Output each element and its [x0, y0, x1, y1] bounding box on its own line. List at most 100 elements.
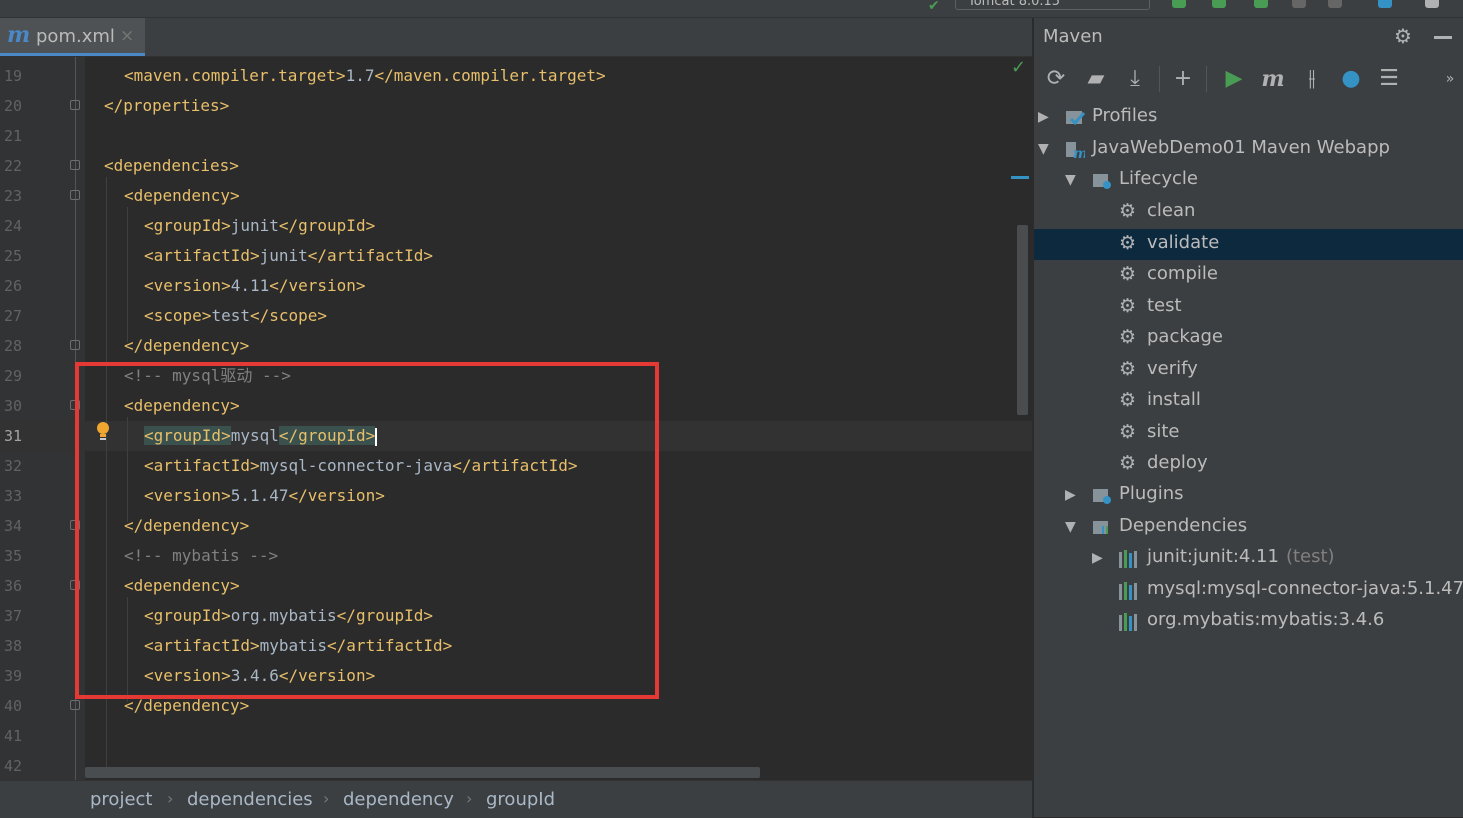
back-arrow-icon[interactable]: ✔: [928, 0, 940, 14]
lightbulb-icon[interactable]: [96, 421, 110, 443]
code-line[interactable]: 23 <dependency>: [0, 181, 1032, 211]
code-line[interactable]: 29 <!-- mysql驱动 -->: [0, 361, 1032, 391]
plus-icon[interactable]: +: [1169, 66, 1197, 92]
expand-arrow-icon[interactable]: ▶: [1038, 109, 1049, 125]
lifecycle-item-compile[interactable]: ⚙ compile: [1034, 260, 1463, 291]
tree-dependencies[interactable]: ▼ Dependencies: [1034, 512, 1463, 543]
code-line[interactable]: 22 <dependencies>: [0, 151, 1032, 181]
code-line[interactable]: 25 <artifactId>junit</artifactId>: [0, 241, 1032, 271]
code-line[interactable]: 39 <version>3.4.6</version>: [0, 661, 1032, 691]
code-text: <dependencies>: [104, 151, 239, 181]
fold-icon[interactable]: [70, 700, 80, 710]
breadcrumb-project[interactable]: project: [90, 789, 152, 810]
code-editor[interactable]: 19 <maven.compiler.target>1.7</maven.comp…: [0, 57, 1032, 780]
stop-icon[interactable]: [1328, 0, 1342, 8]
fold-icon[interactable]: [70, 340, 80, 350]
xml-comment: <!-- mysql驱动 -->: [124, 366, 291, 385]
code-line[interactable]: 21: [0, 121, 1032, 151]
code-line[interactable]: 35 <!-- mybatis -->: [0, 541, 1032, 571]
tree-label: compile: [1147, 263, 1218, 284]
run-config-selector[interactable]: Tomcat 8.0.15: [955, 0, 1150, 10]
xml-tag: </groupId>: [336, 606, 433, 625]
tree-label: JavaWebDemo01 Maven Webapp: [1092, 137, 1390, 158]
code-line[interactable]: 27 <scope>test</scope>: [0, 301, 1032, 331]
fold-icon[interactable]: [70, 580, 80, 590]
code-line[interactable]: 38 <artifactId>mybatis</artifactId>: [0, 631, 1032, 661]
add-folder-icon[interactable]: ▰: [1082, 66, 1110, 92]
code-line[interactable]: 37 <groupId>org.mybatis</groupId>: [0, 601, 1032, 631]
lifecycle-item-site[interactable]: ⚙ site: [1034, 418, 1463, 449]
dependency-item[interactable]: org.mybatis:mybatis:3.4.6: [1034, 606, 1463, 637]
chevron-right-icon: ›: [466, 789, 473, 808]
code-line[interactable]: 24 <groupId>junit</groupId>: [0, 211, 1032, 241]
run-icon[interactable]: ▶: [1220, 66, 1248, 92]
tree-project[interactable]: ▼ m JavaWebDemo01 Maven Webapp: [1034, 134, 1463, 165]
expand-arrow-icon[interactable]: ▶: [1065, 487, 1076, 503]
error-stripe-mark[interactable]: [1011, 176, 1029, 179]
profile-icon[interactable]: [1292, 0, 1306, 8]
breadcrumb-groupid[interactable]: groupId: [486, 789, 555, 810]
expand-arrow-icon[interactable]: ▶: [1092, 550, 1103, 566]
fold-icon[interactable]: [70, 400, 80, 410]
code-line[interactable]: 32 <artifactId>mysql-connector-java</arti…: [0, 451, 1032, 481]
lifecycle-item-verify[interactable]: ⚙ verify: [1034, 355, 1463, 386]
tree-plugins[interactable]: ▶ Plugins: [1034, 480, 1463, 511]
lifecycle-item-validate[interactable]: ⚙ validate: [1034, 228, 1463, 260]
dependency-item[interactable]: ▶ junit:junit:4.11 (test): [1034, 543, 1463, 574]
code-line[interactable]: 34 </dependency>: [0, 511, 1032, 541]
debug-icon[interactable]: [1212, 0, 1226, 8]
vertical-scrollbar[interactable]: [1017, 225, 1028, 415]
code-line[interactable]: 30 <dependency>: [0, 391, 1032, 421]
tree-profiles[interactable]: ▶ Profiles: [1034, 102, 1463, 133]
code-line[interactable]: 36 <dependency>: [0, 571, 1032, 601]
code-line-current[interactable]: 31 <groupId>mysql</groupId>: [0, 421, 1032, 451]
gear-icon[interactable]: ⚙: [1394, 24, 1412, 48]
code-line[interactable]: 41: [0, 721, 1032, 751]
xml-tag: </version>: [269, 276, 366, 295]
collapse-icon[interactable]: ☰: [1375, 66, 1403, 92]
fold-icon[interactable]: [70, 190, 80, 200]
gear-icon: ⚙: [1119, 200, 1137, 222]
chevron-right-icon: ›: [167, 789, 174, 808]
code-line[interactable]: 26 <version>4.11</version>: [0, 271, 1032, 301]
tree-label: site: [1147, 420, 1180, 442]
run-icon[interactable]: [1172, 0, 1186, 8]
maven-m-icon[interactable]: m: [1259, 66, 1287, 92]
code-line[interactable]: 33 <version>5.1.47</version>: [0, 481, 1032, 511]
code-line[interactable]: 40 </dependency>: [0, 691, 1032, 721]
tree-lifecycle[interactable]: ▼ Lifecycle: [1034, 165, 1463, 196]
coverage-icon[interactable]: [1254, 0, 1268, 8]
lifecycle-item-install[interactable]: ⚙ install: [1034, 386, 1463, 417]
breadcrumb-dependencies[interactable]: dependencies: [187, 789, 313, 810]
inspection-ok-icon[interactable]: ✓: [1011, 57, 1026, 78]
tree-label: validate: [1147, 231, 1220, 253]
collapse-arrow-icon[interactable]: ▼: [1065, 172, 1076, 188]
lifecycle-item-deploy[interactable]: ⚙ deploy: [1034, 449, 1463, 480]
lifecycle-item-clean[interactable]: ⚙ clean: [1034, 197, 1463, 228]
dependency-item[interactable]: mysql:mysql-connector-java:5.1.47: [1034, 575, 1463, 606]
reload-icon[interactable]: ⟳: [1042, 66, 1070, 92]
close-icon[interactable]: ×: [120, 26, 134, 46]
lifecycle-item-test[interactable]: ⚙ test: [1034, 292, 1463, 323]
download-icon[interactable]: ⤓: [1121, 66, 1149, 92]
code-line[interactable]: 28 </dependency>: [0, 331, 1032, 361]
collapse-arrow-icon[interactable]: ▼: [1065, 519, 1076, 535]
lifecycle-item-package[interactable]: ⚙ package: [1034, 323, 1463, 354]
fold-icon[interactable]: [70, 160, 80, 170]
tab-pom-xml[interactable]: m pom.xml ×: [0, 18, 145, 56]
minimize-icon[interactable]: [1434, 36, 1452, 39]
toggle-offline-icon[interactable]: ⫲: [1298, 66, 1326, 92]
collapse-arrow-icon[interactable]: ▼: [1038, 141, 1049, 157]
gear-icon: ⚙: [1119, 357, 1137, 380]
code-line[interactable]: 20 </properties>: [0, 91, 1032, 121]
fold-icon[interactable]: [70, 520, 80, 530]
breadcrumb-dependency[interactable]: dependency: [343, 789, 454, 810]
search-everywhere-icon[interactable]: [1425, 0, 1439, 8]
more-icon[interactable]: »: [1436, 66, 1463, 92]
skip-tests-icon[interactable]: ●: [1337, 66, 1365, 92]
code-line[interactable]: 19 <maven.compiler.target>1.7</maven.comp…: [0, 61, 1032, 91]
project-structure-icon[interactable]: [1378, 0, 1392, 8]
xml-text: test: [211, 306, 250, 325]
horizontal-scrollbar[interactable]: [85, 767, 760, 778]
fold-icon[interactable]: [70, 100, 80, 110]
